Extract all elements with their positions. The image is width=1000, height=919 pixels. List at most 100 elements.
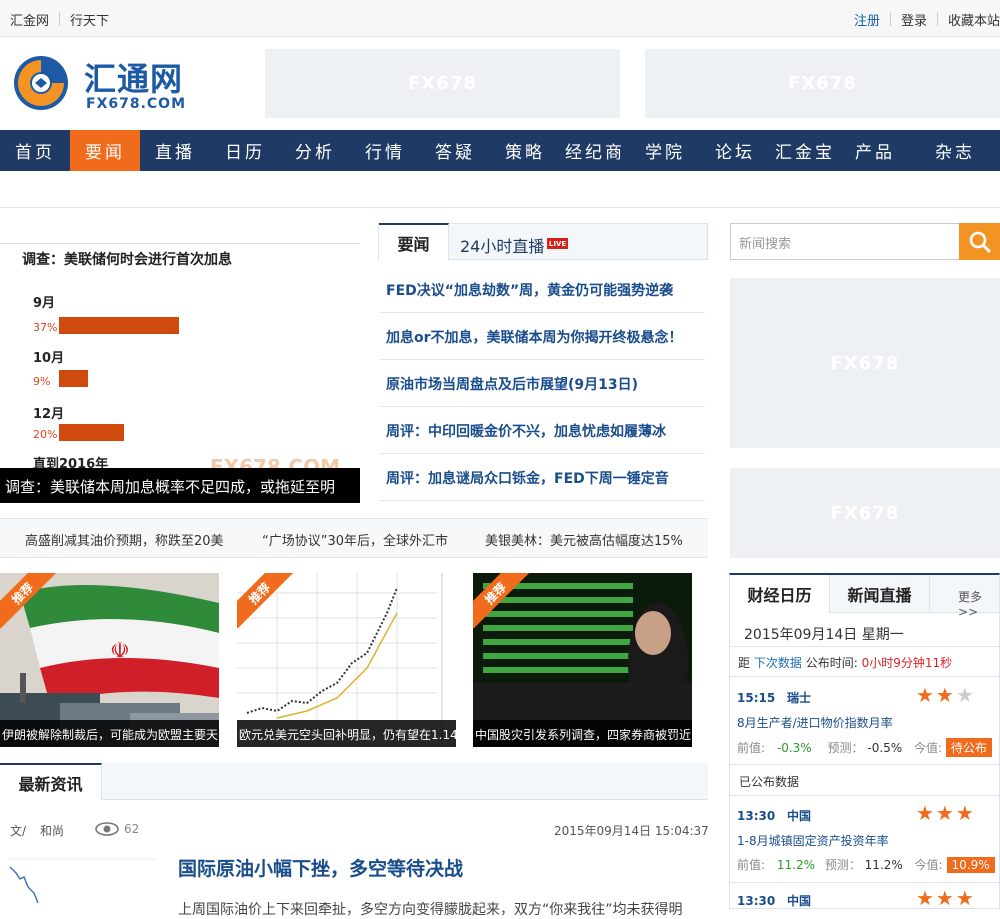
prev-value: 11.2%	[776, 858, 815, 872]
news-tabs: 要闻 24小时直播 LIVE	[378, 223, 708, 261]
survey-label: 12月	[33, 407, 65, 422]
next-data-row: 距 下次数据 公布时间: 0小时9分钟11秒	[738, 654, 952, 671]
live-badge: LIVE	[547, 238, 568, 249]
nav-huijinbao[interactable]: 汇金宝	[770, 130, 840, 171]
actual-label: 今值:	[914, 858, 943, 872]
next-prefix: 距	[738, 656, 751, 670]
sidebar-ad-2[interactable]: FX678	[730, 468, 1000, 558]
login-link[interactable]: 登录	[901, 10, 927, 29]
event-country: 瑞士	[787, 691, 812, 705]
headline-item[interactable]: 周评：加息谜局众口铄金，FED下周一锤定音	[380, 454, 705, 501]
news-ticker: 高盛削减其油价预期，称跌至20美 “广场协议”30年后，全球外汇市 美银美林：美…	[0, 518, 708, 558]
logo-name: 汇通网	[84, 60, 184, 98]
prev-label: 前值:	[737, 741, 766, 755]
event-values: 前值: 11.2% 预测： 11.2% 今值: 10.9%	[737, 856, 995, 873]
view-count: 62	[124, 822, 140, 836]
article-datetime: 2015年09月14日 15:04:37	[554, 824, 709, 838]
link-huijin[interactable]: 汇金网	[10, 10, 49, 29]
divider	[936, 12, 938, 26]
register-link[interactable]: 注册	[854, 10, 880, 29]
divider	[889, 12, 891, 26]
event-time: 13:30	[737, 894, 776, 908]
survey-bar	[59, 317, 180, 334]
next-data-link[interactable]: 下次数据	[754, 656, 802, 670]
event-name[interactable]: 1-8月城镇固定资产投资年率	[737, 832, 889, 849]
tab-news-live[interactable]: 新闻直播	[830, 575, 930, 613]
forecast-value: -0.5%	[867, 741, 903, 755]
photo-card[interactable]: ☫ 推荐 伊朗被解除制裁后，可能成为欧盟主要天	[0, 573, 219, 747]
photo-card[interactable]: 推荐 中国股灾引发系列调查，四家券商被罚近	[473, 573, 692, 747]
survey-slide[interactable]: 调查：美联储何时会进行首次加息 9月 37% 10月 9% 12月 20% 直到…	[0, 243, 360, 503]
nav-strategy[interactable]: 策略	[490, 130, 560, 171]
event-time: 15:15	[737, 691, 776, 705]
nav-products[interactable]: 产品	[840, 130, 910, 171]
headline-item[interactable]: 原油市场当周盘点及后市展望(9月13日)	[380, 360, 705, 407]
divider	[730, 646, 999, 647]
importance-stars: ★★★	[916, 801, 976, 825]
nav-forum[interactable]: 论坛	[700, 130, 770, 171]
event-country: 中国	[787, 809, 812, 823]
headline-item[interactable]: FED决议“加息劫数”周，黄金仍可能强势逆袭	[380, 266, 705, 313]
photo-caption: 欧元兑美元空头回补明显，仍有望在1.14	[237, 720, 456, 747]
nav-quotes[interactable]: 行情	[350, 130, 420, 171]
nav-news[interactable]: 要闻	[70, 130, 140, 171]
survey-label: 9月	[33, 296, 56, 311]
header-ad-2[interactable]: FX678	[645, 49, 1000, 118]
header-ad-1[interactable]: FX678	[265, 49, 620, 118]
main-nav: 首页 要闻 直播 日历 分析 行情 答疑 策略 经纪商 学院 论坛 汇金宝 产品…	[0, 130, 1000, 171]
nav-brokers[interactable]: 经纪商	[560, 130, 630, 171]
nav-magazine[interactable]: 杂志	[910, 130, 1000, 171]
event-name[interactable]: 8月生产者/进口物价指数月率	[737, 714, 893, 731]
actual-value: 10.9%	[946, 857, 995, 873]
search-icon	[969, 231, 991, 253]
survey-pct: 9%	[33, 375, 51, 388]
prev-label: 前值:	[737, 858, 766, 872]
published-label: 已公布数据	[739, 775, 800, 789]
ticker-item[interactable]: 高盛削减其油价预期，称跌至20美	[25, 530, 235, 549]
article-thumbnail[interactable]	[8, 853, 156, 913]
tab-headlines[interactable]: 要闻	[379, 223, 449, 261]
ticker-item[interactable]: 美银美林：美元被高估幅度达15%	[485, 530, 695, 549]
site-logo[interactable]: 汇通网 FX678.COM	[12, 52, 187, 116]
forecast-label: 预测：	[827, 741, 864, 755]
tab-latest-news[interactable]: 最新资讯	[0, 763, 102, 800]
headline-item[interactable]: 加息or不加息，美联储本周为你揭开终极悬念！	[380, 313, 705, 360]
link-xingtianxia[interactable]: 行天下	[70, 10, 109, 29]
ad-label: FX678	[830, 352, 900, 374]
countdown: 0小时9分钟11秒	[861, 656, 953, 670]
article-title[interactable]: 国际原油小幅下挫，多空等待决战	[178, 854, 463, 881]
nav-qa[interactable]: 答疑	[420, 130, 490, 171]
more-link[interactable]: 更多>>	[958, 588, 999, 619]
event-header: 13:30 中国	[737, 807, 811, 824]
ticker-item[interactable]: “广场协议”30年后，全球外汇市	[262, 530, 472, 549]
author-name[interactable]: 和尚	[40, 822, 64, 839]
photo-caption: 伊朗被解除制裁后，可能成为欧盟主要天	[0, 720, 219, 747]
eye-icon	[95, 822, 119, 836]
article-summary: 上周国际油价上下来回牵扯，多空方向变得朦胧起来，双方“你来我往”均未获得明	[178, 902, 683, 918]
photo-card[interactable]: 推荐 欧元兑美元空头回补明显，仍有望在1.14	[237, 573, 456, 747]
tab-econ-calendar[interactable]: 财经日历	[730, 575, 830, 613]
nav-academy[interactable]: 学院	[630, 130, 700, 171]
nav-home[interactable]: 首页	[0, 130, 70, 171]
logo-icon	[14, 56, 68, 110]
bookmark-link[interactable]: 收藏本站	[948, 10, 1000, 29]
divider	[730, 882, 999, 883]
calendar-date: 2015年09月14日 星期一	[744, 627, 904, 643]
headline-item[interactable]: 周评：中印回暖金价不兴，加息忧虑如履薄冰	[380, 407, 705, 454]
search-button[interactable]	[959, 223, 1000, 260]
search-input[interactable]: 新闻搜索	[730, 223, 960, 260]
photo-caption: 中国股灾引发系列调查，四家券商被罚近	[473, 720, 692, 747]
logo-domain: FX678.COM	[86, 96, 187, 112]
economic-calendar: 财经日历 新闻直播 更多>> 2015年09月14日 星期一 距 下次数据 公布…	[729, 573, 1000, 909]
nav-calendar[interactable]: 日历	[210, 130, 280, 171]
nav-analysis[interactable]: 分析	[280, 130, 350, 171]
nav-live[interactable]: 直播	[140, 130, 210, 171]
tab-24h-live[interactable]: 24小时直播	[460, 233, 544, 257]
importance-stars: ★★★	[916, 886, 976, 909]
event-values: 前值: -0.3% 预测： -0.5% 今值: 待公布	[737, 738, 992, 757]
survey-caption[interactable]: 调查：美联储本周加息概率不足四成，或拖延至明	[0, 468, 360, 503]
actual-label: 今值:	[914, 741, 943, 755]
sidebar-ad-1[interactable]: FX678	[730, 278, 1000, 448]
ad-label: FX678	[408, 73, 477, 94]
headline-list: FED决议“加息劫数”周，黄金仍可能强势逆袭 加息or不加息，美联储本周为你揭开…	[380, 266, 705, 501]
